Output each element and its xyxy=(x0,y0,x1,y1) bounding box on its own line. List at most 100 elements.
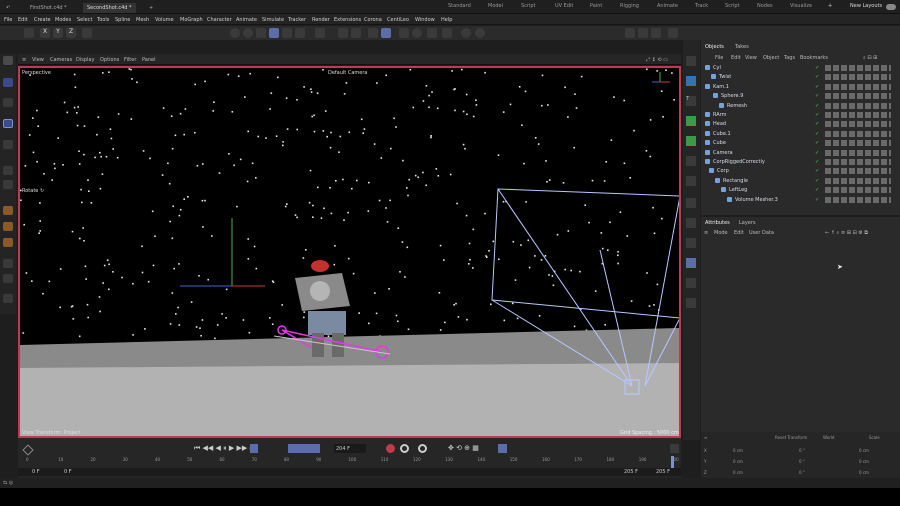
menu-centileo[interactable]: CentiLeo xyxy=(387,17,409,23)
object-tags[interactable] xyxy=(825,168,891,175)
sculpt-layer-icon[interactable] xyxy=(686,278,696,288)
playback-controls[interactable]: ⏮ ◀◀ ◀ ⏸ ▶ ▶▶ ⏭ xyxy=(194,444,256,453)
visibility-check-icon[interactable]: ✓ xyxy=(815,84,819,90)
menu-edit[interactable]: Edit xyxy=(18,17,28,23)
attributes-menu-mode[interactable]: Mode xyxy=(714,230,728,236)
new-tab-button[interactable]: + xyxy=(145,3,157,13)
object-tags[interactable] xyxy=(825,112,891,118)
status-icons[interactable]: ⇆ ◎ xyxy=(3,480,13,486)
undo-icon[interactable]: ↶ xyxy=(2,3,14,13)
coord-space-dropdown[interactable]: World xyxy=(823,435,834,440)
record-icon[interactable] xyxy=(461,28,471,38)
knife-icon[interactable] xyxy=(3,259,13,268)
coord-rot-p[interactable]: 0 ° xyxy=(799,459,805,464)
objects-search-icon[interactable]: ⌕ ⊟ ⊞ xyxy=(863,55,877,61)
object-row[interactable]: Twist ✓ xyxy=(701,73,900,82)
menu-simulate[interactable]: Simulate xyxy=(262,17,284,23)
object-tags[interactable] xyxy=(825,140,891,147)
hair-icon[interactable] xyxy=(686,298,696,308)
tab-takes[interactable]: Takes xyxy=(735,44,749,50)
viewport-menu-filter[interactable]: Filter xyxy=(124,57,136,63)
render-icon[interactable] xyxy=(686,258,696,268)
sculpt-icon[interactable] xyxy=(3,238,13,247)
object-row[interactable]: Kam.1 ✓ xyxy=(701,83,900,92)
visibility-check-icon[interactable]: ✓ xyxy=(815,140,819,146)
coord-pos-y[interactable]: 0 cm xyxy=(733,459,743,464)
move-icon[interactable] xyxy=(3,98,13,107)
visibility-check-icon[interactable]: ✓ xyxy=(815,93,819,99)
visibility-check-icon[interactable]: ✓ xyxy=(815,197,819,203)
attributes-menu-icon[interactable]: ≡ xyxy=(704,230,708,236)
visibility-check-icon[interactable]: ✓ xyxy=(815,131,819,137)
brush-icon[interactable] xyxy=(3,206,13,215)
attributes-nav-icons[interactable]: ← ↑ ⌕ ≡ ⊞ ⊟ ⚙ ⧉ xyxy=(825,230,868,236)
timeline-range-bar[interactable] xyxy=(18,468,681,476)
viewport-menu-panel[interactable]: Panel xyxy=(142,57,156,63)
layout-model[interactable]: Model xyxy=(488,3,503,9)
object-tags[interactable] xyxy=(825,149,891,156)
loop-buttons[interactable] xyxy=(288,444,320,453)
cube-viewport-icon[interactable] xyxy=(399,28,409,38)
layout-rigging[interactable]: Rigging xyxy=(620,3,639,9)
points-mode-icon[interactable] xyxy=(282,28,292,38)
start-frame[interactable]: 0 F xyxy=(32,469,40,475)
coord-pos-z[interactable]: 0 cm xyxy=(733,470,743,475)
coord-rot-b[interactable]: 0 ° xyxy=(799,470,805,475)
autokey-icon[interactable] xyxy=(400,444,409,453)
end-frame[interactable]: 205 F xyxy=(656,469,670,475)
object-tags[interactable] xyxy=(825,159,891,165)
tab-objects[interactable]: Objects xyxy=(705,44,724,50)
preview-start-frame[interactable]: 0 F xyxy=(64,469,72,475)
objects-menu-edit[interactable]: Edit xyxy=(731,55,741,61)
coordinate-system-icon[interactable] xyxy=(82,28,92,38)
visibility-check-icon[interactable]: ✓ xyxy=(815,159,819,165)
layout-animate[interactable]: Animate xyxy=(657,3,678,9)
current-frame-field[interactable]: 204 F xyxy=(334,444,366,453)
dopesheet-icon[interactable] xyxy=(498,444,507,453)
menu-select[interactable]: Select xyxy=(77,17,92,23)
viewport-menu-cameras[interactable]: Cameras xyxy=(50,57,72,63)
scale-icon[interactable] xyxy=(3,140,13,149)
visibility-check-icon[interactable]: ✓ xyxy=(815,168,819,174)
object-tags[interactable] xyxy=(825,196,891,203)
light-icon[interactable] xyxy=(686,218,696,228)
coord-rot-h[interactable]: 0 ° xyxy=(799,448,805,453)
save-icon[interactable] xyxy=(24,28,34,38)
object-tags[interactable] xyxy=(825,187,891,194)
lock-icon[interactable] xyxy=(351,28,361,38)
settings-gear-icon[interactable] xyxy=(442,28,452,38)
tab-first-shot[interactable]: FirstShot.c4d * xyxy=(26,3,71,13)
object-row[interactable]: Head ✓ xyxy=(701,120,900,129)
render-view-icon[interactable] xyxy=(230,28,240,38)
objects-menu-view[interactable]: View xyxy=(745,55,757,61)
picture-viewer-icon[interactable] xyxy=(427,28,437,38)
menu-tracker[interactable]: Tracker xyxy=(288,17,306,23)
menu-mesh[interactable]: Mesh xyxy=(136,17,149,23)
cube-object-icon[interactable] xyxy=(686,76,696,86)
search-icon[interactable] xyxy=(3,56,13,65)
attributes-menu-edit[interactable]: Edit xyxy=(734,230,744,236)
viewport-menu-options[interactable]: Options xyxy=(100,57,119,63)
visibility-check-icon[interactable]: ✓ xyxy=(815,103,819,109)
grid-icon[interactable] xyxy=(368,28,378,38)
render-active-icon[interactable] xyxy=(412,28,422,38)
text-icon[interactable]: T xyxy=(686,96,696,106)
timeline-ruler[interactable]: 0 10 20 30 40 50 60 70 80 90 100 110 120 130 140 150 160… xyxy=(18,456,681,468)
coord-scale-x[interactable]: 0 cm xyxy=(859,448,869,453)
layout-track[interactable]: Track xyxy=(695,3,708,9)
field-icon[interactable] xyxy=(686,156,696,166)
menu-character[interactable]: Character xyxy=(207,17,232,23)
object-tags[interactable] xyxy=(825,102,891,109)
rotate-tool-icon[interactable] xyxy=(3,119,13,128)
object-row[interactable]: Rectangle ✓ xyxy=(701,177,900,186)
coord-scale-y[interactable]: 0 cm xyxy=(859,459,869,464)
layout-2-icon[interactable] xyxy=(638,28,648,38)
objects-menu-tags[interactable]: Tags xyxy=(784,55,795,61)
viewport-menu-display[interactable]: Display xyxy=(76,57,94,63)
layout-1-icon[interactable] xyxy=(625,28,635,38)
cube-primitive-icon[interactable] xyxy=(686,56,696,66)
preview-end-frame[interactable]: 205 F xyxy=(624,469,638,475)
attributes-menu-user-data[interactable]: User Data xyxy=(749,230,774,236)
menu-window[interactable]: Window xyxy=(415,17,435,23)
tab-attributes[interactable]: Attributes xyxy=(705,220,730,226)
